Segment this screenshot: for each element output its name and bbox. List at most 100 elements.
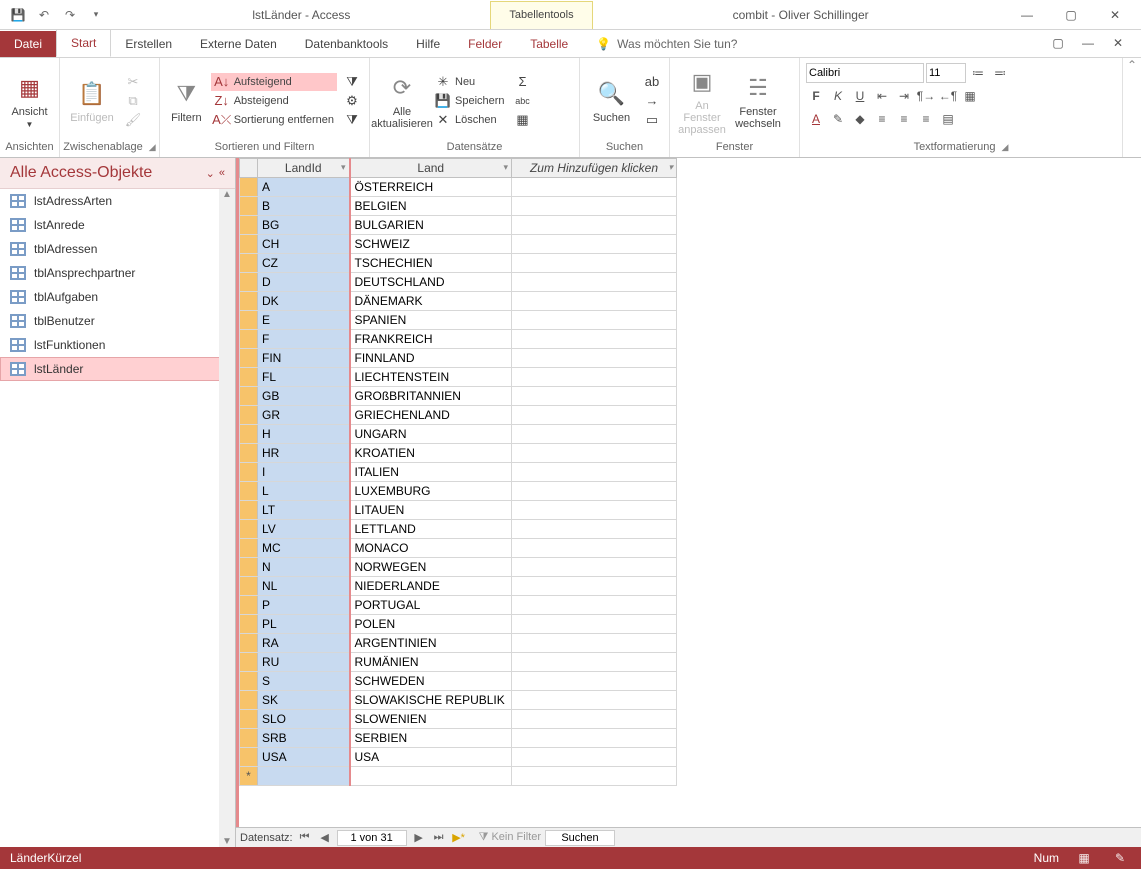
- table-row[interactable]: CHSCHWEIZ: [240, 235, 677, 254]
- bold-button[interactable]: F: [806, 86, 826, 106]
- table-row[interactable]: SLOSLOWENIEN: [240, 710, 677, 729]
- row-selector-new[interactable]: [240, 767, 258, 786]
- advanced-filter-button[interactable]: ⚙: [341, 92, 363, 110]
- new-record-button[interactable]: ✳Neu: [432, 73, 508, 91]
- row-selector[interactable]: [240, 463, 258, 482]
- cell-add[interactable]: [512, 482, 677, 501]
- font-size-select[interactable]: [926, 63, 966, 83]
- row-selector[interactable]: [240, 368, 258, 387]
- tab-tabelle[interactable]: Tabelle: [516, 31, 582, 57]
- maximize-button[interactable]: ▢: [1051, 1, 1091, 29]
- tab-felder[interactable]: Felder: [454, 31, 516, 57]
- save-record-button[interactable]: 💾Speichern: [432, 92, 508, 110]
- cell-add[interactable]: [512, 653, 677, 672]
- switch-window-button[interactable]: ☵ Fenster wechseln: [732, 72, 784, 130]
- cell-add[interactable]: [512, 672, 677, 691]
- find-button[interactable]: 🔍 Suchen: [586, 78, 637, 124]
- cell-land[interactable]: NIEDERLANDE: [350, 577, 512, 596]
- cell-land[interactable]: [350, 767, 512, 786]
- cell-landid[interactable]: GB: [258, 387, 350, 406]
- cell-landid[interactable]: P: [258, 596, 350, 615]
- navpane-item[interactable]: tblAufgaben: [0, 285, 235, 309]
- cell-landid[interactable]: D: [258, 273, 350, 292]
- cell-land[interactable]: LITAUEN: [350, 501, 512, 520]
- align-center-button[interactable]: ≡: [894, 109, 914, 129]
- navpane-item[interactable]: tblAnsprechpartner: [0, 261, 235, 285]
- cell-land[interactable]: PORTUGAL: [350, 596, 512, 615]
- cell-landid[interactable]: E: [258, 311, 350, 330]
- delete-record-button[interactable]: ✕Löschen: [432, 111, 508, 129]
- cell-landid[interactable]: CZ: [258, 254, 350, 273]
- cell-landid[interactable]: SRB: [258, 729, 350, 748]
- table-row[interactable]: BBELGIEN: [240, 197, 677, 216]
- row-selector[interactable]: [240, 501, 258, 520]
- row-selector[interactable]: [240, 330, 258, 349]
- cell-add[interactable]: [512, 330, 677, 349]
- selection-filter-button[interactable]: ⧩: [341, 73, 363, 91]
- navpane-scrollbar[interactable]: ▲▼: [219, 189, 235, 847]
- cell-land[interactable]: USA: [350, 748, 512, 767]
- row-selector[interactable]: [240, 596, 258, 615]
- highlight-button[interactable]: ✎: [828, 109, 848, 129]
- design-view-button[interactable]: ✎: [1109, 849, 1131, 867]
- paste-button[interactable]: 📋 Einfügen: [66, 78, 118, 124]
- navpane-item[interactable]: tblBenutzer: [0, 309, 235, 333]
- table-row[interactable]: USAUSA: [240, 748, 677, 767]
- row-selector[interactable]: [240, 197, 258, 216]
- remove-sort-button[interactable]: A⤫Sortierung entfernen: [211, 111, 337, 129]
- row-selector[interactable]: [240, 406, 258, 425]
- format-painter-button[interactable]: 🖌: [122, 111, 144, 129]
- row-selector[interactable]: [240, 672, 258, 691]
- cell-add[interactable]: [512, 254, 677, 273]
- cell-landid[interactable]: SLO: [258, 710, 350, 729]
- spelling-button[interactable]: abc: [512, 92, 534, 110]
- table-row[interactable]: SKSLOWAKISCHE REPUBLIK: [240, 691, 677, 710]
- cell-landid[interactable]: I: [258, 463, 350, 482]
- sort-descending-button[interactable]: Z↓Absteigend: [211, 92, 337, 110]
- cell-land[interactable]: SERBIEN: [350, 729, 512, 748]
- table-row[interactable]: FLLIECHTENSTEIN: [240, 368, 677, 387]
- row-selector[interactable]: [240, 254, 258, 273]
- tab-hilfe[interactable]: Hilfe: [402, 31, 454, 57]
- table-row[interactable]: GRGRIECHENLAND: [240, 406, 677, 425]
- indent-increase-button[interactable]: ⇥: [894, 86, 914, 106]
- row-selector[interactable]: [240, 691, 258, 710]
- cell-land[interactable]: GRIECHENLAND: [350, 406, 512, 425]
- row-selector[interactable]: [240, 710, 258, 729]
- cell-add[interactable]: [512, 368, 677, 387]
- mdi-close-button[interactable]: ✕: [1105, 29, 1131, 57]
- navpane-item[interactable]: tblAdressen: [0, 237, 235, 261]
- row-selector[interactable]: [240, 216, 258, 235]
- cell-land[interactable]: LIECHTENSTEIN: [350, 368, 512, 387]
- cell-add[interactable]: [512, 710, 677, 729]
- cell-add[interactable]: [512, 387, 677, 406]
- cell-add[interactable]: [512, 520, 677, 539]
- table-row[interactable]: GBGROßBRITANNIEN: [240, 387, 677, 406]
- column-dropdown-icon[interactable]: ▾: [503, 162, 508, 173]
- cell-add[interactable]: [512, 748, 677, 767]
- column-dropdown-icon[interactable]: ▾: [341, 162, 346, 173]
- cell-landid[interactable]: PL: [258, 615, 350, 634]
- table-row[interactable]: RAARGENTINIEN: [240, 634, 677, 653]
- table-row[interactable]: SSCHWEDEN: [240, 672, 677, 691]
- cell-landid[interactable]: USA: [258, 748, 350, 767]
- cell-add[interactable]: [512, 596, 677, 615]
- cell-landid[interactable]: [258, 767, 350, 786]
- underline-button[interactable]: U: [850, 86, 870, 106]
- sort-ascending-button[interactable]: A↓Aufsteigend: [211, 73, 337, 91]
- rtl-button[interactable]: ←¶: [938, 86, 958, 106]
- cell-landid[interactable]: S: [258, 672, 350, 691]
- row-selector[interactable]: [240, 292, 258, 311]
- navpane-header[interactable]: Alle Access-Objekte ⌄ «: [0, 158, 235, 189]
- table-row[interactable]: FFRANKREICH: [240, 330, 677, 349]
- cell-add[interactable]: [512, 767, 677, 786]
- cell-land[interactable]: KROATIEN: [350, 444, 512, 463]
- cell-landid[interactable]: CH: [258, 235, 350, 254]
- cell-land[interactable]: DEUTSCHLAND: [350, 273, 512, 292]
- tell-me-search[interactable]: 💡 Was möchten Sie tun?: [582, 31, 751, 57]
- copy-button[interactable]: ⧉: [122, 92, 144, 110]
- cell-add[interactable]: [512, 292, 677, 311]
- tab-start[interactable]: Start: [56, 29, 111, 57]
- datasheet-view-button[interactable]: ▦: [1073, 849, 1095, 867]
- cut-button[interactable]: ✂: [122, 73, 144, 91]
